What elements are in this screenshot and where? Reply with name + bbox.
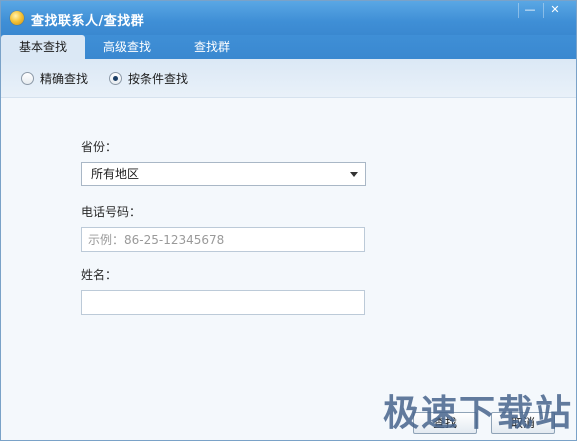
province-selected-value: 所有地区 xyxy=(91,167,140,181)
tab-basic-search[interactable]: 基本查找 xyxy=(1,35,85,59)
close-button[interactable]: ✕ xyxy=(543,3,566,18)
title-bar[interactable]: 查找联系人/查找群 — ✕ xyxy=(1,1,576,35)
tab-find-group[interactable]: 查找群 xyxy=(177,35,247,59)
cancel-button[interactable]: 取消 xyxy=(491,412,555,434)
radio-button-checked[interactable] xyxy=(109,72,122,85)
phone-input[interactable] xyxy=(81,227,365,252)
name-input[interactable] xyxy=(81,290,365,315)
search-form: 省份： 所有地区 电话号码： 姓名： 查找 取消 极速下载站 xyxy=(1,98,576,440)
radio-exact-search[interactable]: 精确查找 xyxy=(21,70,88,87)
search-button[interactable]: 查找 xyxy=(413,412,477,434)
window-title: 查找联系人/查找群 xyxy=(31,14,145,29)
tab-advanced-search[interactable]: 高级查找 xyxy=(89,35,165,59)
chevron-down-icon[interactable] xyxy=(350,172,358,177)
name-label: 姓名： xyxy=(81,268,118,282)
app-logo-icon xyxy=(10,11,24,25)
province-select[interactable]: 所有地区 xyxy=(81,162,366,186)
search-mode-bar: 精确查找 按条件查找 xyxy=(1,59,576,98)
find-contact-window: 查找联系人/查找群 — ✕ 基本查找 高级查找 查找群 精确查找 按条件查找 省… xyxy=(0,0,577,441)
radio-exact-label: 精确查找 xyxy=(40,72,89,86)
radio-condition-search[interactable]: 按条件查找 xyxy=(109,70,188,87)
radio-condition-label: 按条件查找 xyxy=(128,72,189,86)
province-label: 省份： xyxy=(81,140,118,154)
tab-bar: 基本查找 高级查找 查找群 xyxy=(1,35,576,59)
phone-label: 电话号码： xyxy=(81,205,142,219)
radio-button[interactable] xyxy=(21,72,34,85)
minimize-button[interactable]: — xyxy=(518,3,541,18)
